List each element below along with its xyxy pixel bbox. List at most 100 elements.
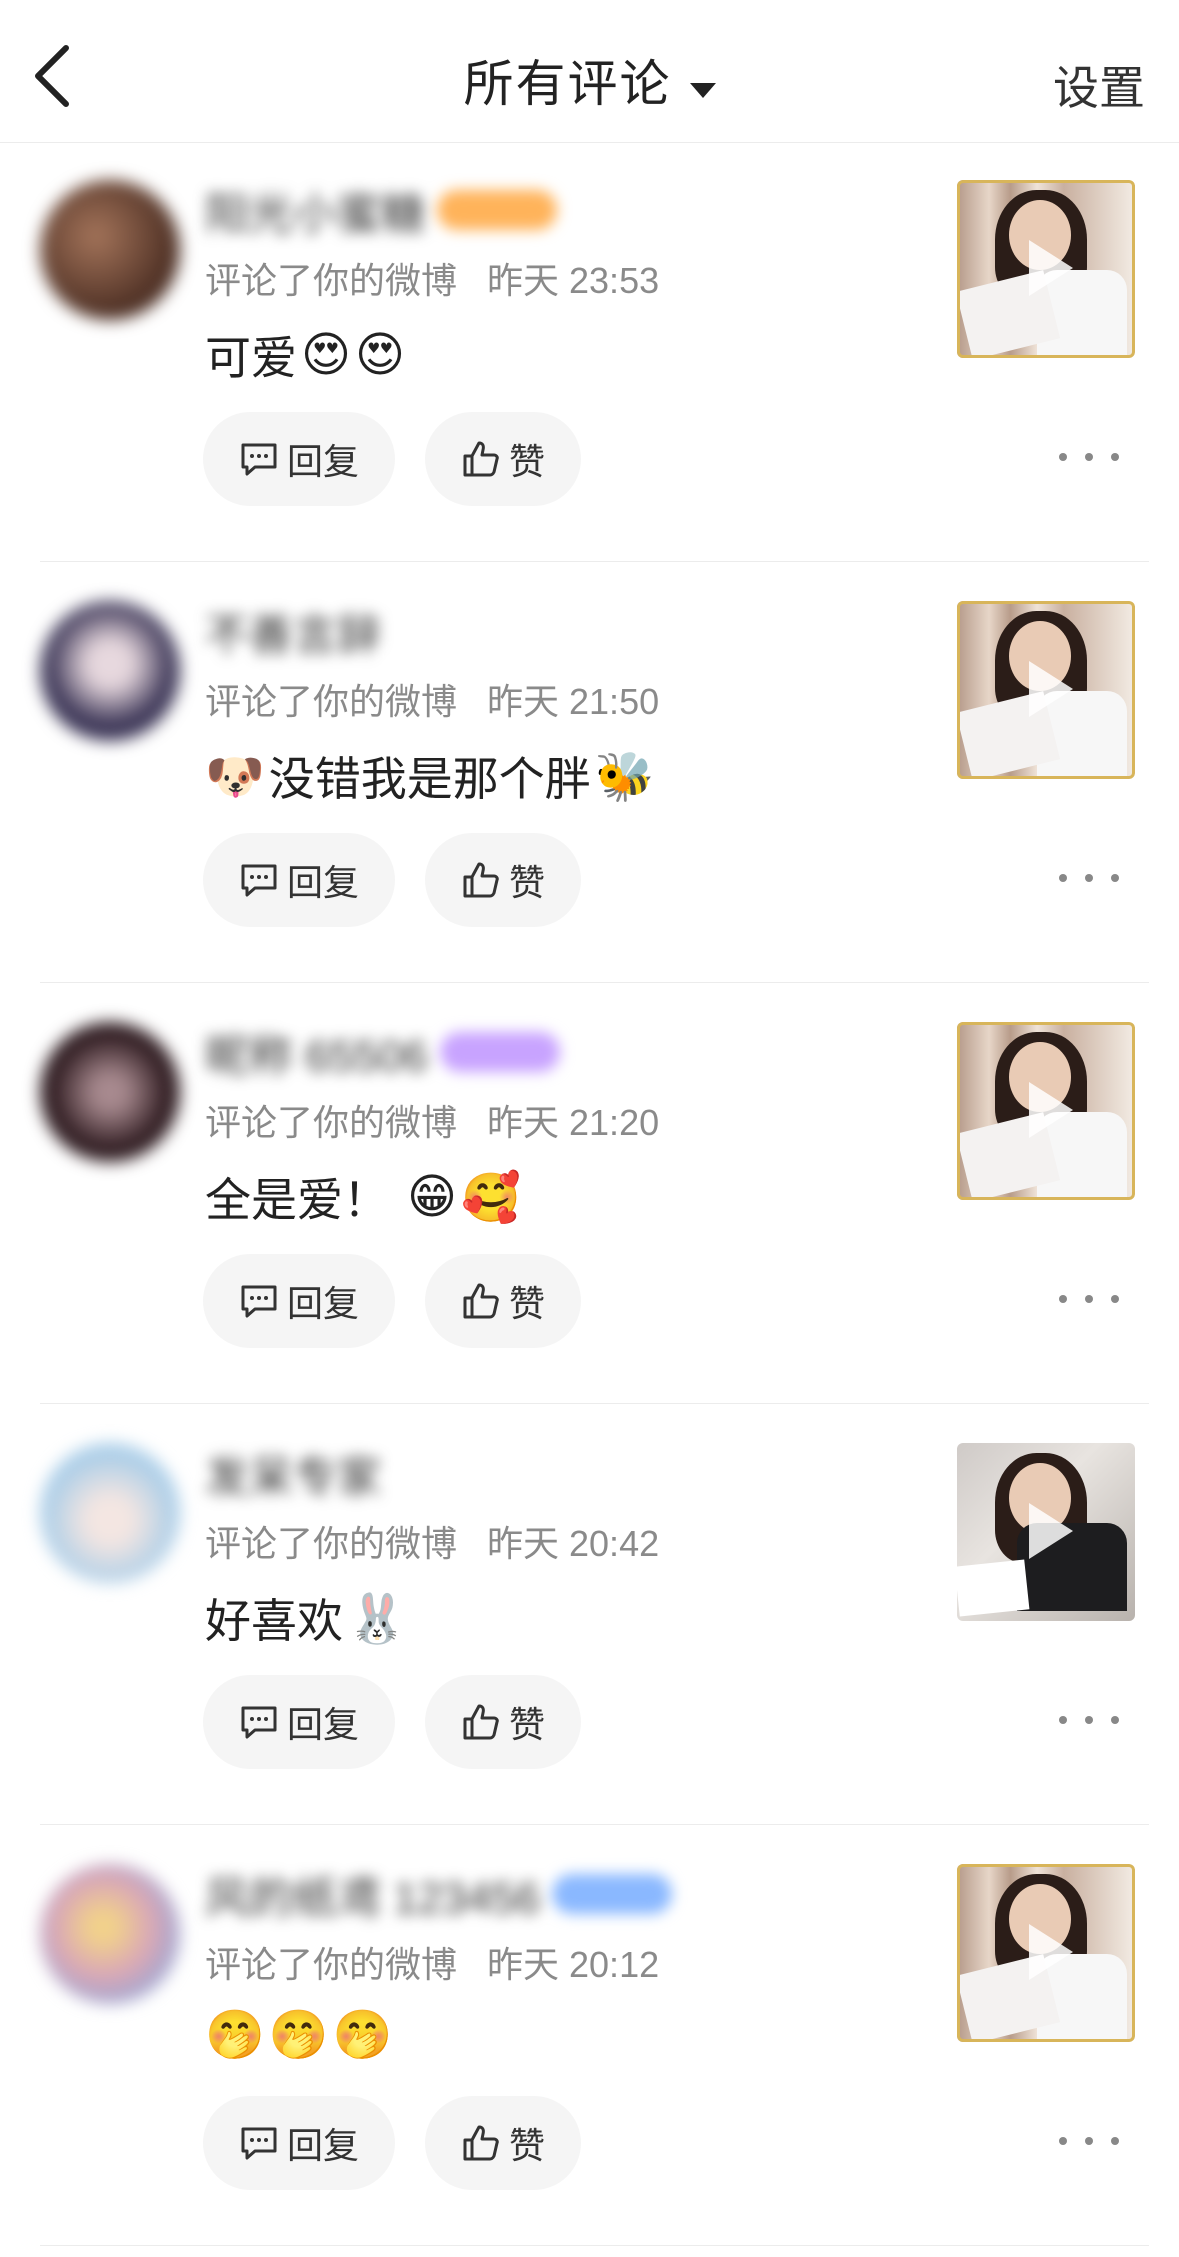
title-dropdown[interactable]: 所有评论 xyxy=(0,44,1179,116)
post-thumbnail[interactable] xyxy=(957,1443,1135,1621)
reply-label: 回复 xyxy=(286,2125,359,2166)
thumbnail-border xyxy=(957,1022,1135,1200)
comment-bubble-icon xyxy=(241,864,277,897)
avatar[interactable] xyxy=(40,1864,180,2004)
post-thumbnail[interactable] xyxy=(957,180,1135,358)
comment-bubble-icon xyxy=(241,1285,277,1318)
settings-button[interactable]: 设置 xyxy=(1053,52,1145,118)
action-text: 评论了你的微博 xyxy=(205,260,458,301)
like-label: 赞 xyxy=(508,2125,545,2166)
comment-text: 🐶 没错我是那个胖 🐝 xyxy=(205,743,655,809)
more-options-button[interactable] xyxy=(1059,1284,1119,1314)
divider xyxy=(40,1403,1149,1404)
nickname[interactable]: 阳光小蜜糖 xyxy=(205,182,557,239)
comment-bubble-icon xyxy=(241,1706,277,1739)
comment-body: 可爱 xyxy=(205,332,297,384)
caret-down-icon xyxy=(689,83,716,99)
divider xyxy=(40,1824,1149,1825)
post-thumbnail[interactable] xyxy=(957,601,1135,779)
user-badge xyxy=(437,190,557,230)
comment-meta: 评论了你的微博 昨天 21:50 xyxy=(205,673,659,725)
reply-button[interactable]: 回复 xyxy=(203,1675,395,1769)
comment-bubble-icon xyxy=(241,443,277,476)
like-label: 赞 xyxy=(508,441,545,482)
dot-icon xyxy=(1085,874,1093,882)
reply-button[interactable]: 回复 xyxy=(203,412,395,506)
grin-emoji: 😁 xyxy=(407,1171,458,1224)
comment-item: 发呆专家 评论了你的微博 昨天 20:42 好喜欢 🐰 回复 赞 xyxy=(0,1405,1179,1825)
comment-text: 全是爱！ 😁 🥰 xyxy=(205,1164,521,1230)
comment-item: 不善言辞 评论了你的微博 昨天 21:50 🐶 没错我是那个胖 🐝 回复 赞 xyxy=(0,563,1179,983)
comment-text: 🤭 🤭 🤭 xyxy=(205,2006,392,2063)
action-text: 评论了你的微博 xyxy=(205,1523,458,1564)
dot-icon xyxy=(1111,1716,1119,1724)
action-text: 评论了你的微博 xyxy=(205,681,458,722)
avatar[interactable] xyxy=(40,1022,180,1162)
more-options-button[interactable] xyxy=(1059,1705,1119,1735)
like-button[interactable]: 赞 xyxy=(425,1675,581,1769)
hug-emoji: 🥰 xyxy=(461,1171,521,1225)
user-badge xyxy=(439,1032,560,1072)
reply-button[interactable]: 回复 xyxy=(203,1254,395,1348)
thumbnail-border xyxy=(957,180,1135,358)
page-title: 所有评论 xyxy=(463,56,672,112)
dot-icon xyxy=(1085,1295,1093,1303)
dot-icon xyxy=(1111,453,1119,461)
dot-icon xyxy=(1111,874,1119,882)
avatar[interactable] xyxy=(40,601,180,741)
comment-text: 可爱 😍 😍 xyxy=(205,322,405,388)
nickname[interactable]: 风的纸鸢 123456 xyxy=(205,1866,673,1923)
giggle-emoji: 🤭 xyxy=(268,2009,329,2062)
comment-body: 全是爱！ xyxy=(205,1174,389,1226)
comment-meta: 评论了你的微博 昨天 20:42 xyxy=(205,1515,659,1567)
like-label: 赞 xyxy=(508,1283,545,1324)
dot-icon xyxy=(1085,453,1093,461)
reply-button[interactable]: 回复 xyxy=(203,833,395,927)
reply-label: 回复 xyxy=(286,862,359,903)
nickname[interactable]: 发呆专家 xyxy=(205,1445,381,1502)
reply-button[interactable]: 回复 xyxy=(203,2096,395,2190)
thumbs-up-icon xyxy=(463,862,499,898)
divider xyxy=(40,982,1149,983)
thumbnail-border xyxy=(957,601,1135,779)
timestamp: 昨天 21:20 xyxy=(487,1102,660,1143)
dot-icon xyxy=(1111,1295,1119,1303)
bee-emoji: 🐝 xyxy=(594,750,655,804)
like-button[interactable]: 赞 xyxy=(425,833,581,927)
user-badge xyxy=(552,1874,673,1914)
more-options-button[interactable] xyxy=(1059,2126,1119,2156)
avatar[interactable] xyxy=(40,180,180,320)
dog-emoji: 🐶 xyxy=(205,750,265,804)
comment-item: 风的纸鸢 123456 评论了你的微博 昨天 20:12 🤭 🤭 🤭 回复 赞 xyxy=(0,1826,1179,2246)
dot-icon xyxy=(1085,1716,1093,1724)
reply-label: 回复 xyxy=(286,441,359,482)
more-options-button[interactable] xyxy=(1059,442,1119,472)
reply-label: 回复 xyxy=(286,1283,359,1324)
comment-meta: 评论了你的微博 昨天 23:53 xyxy=(205,252,659,304)
comment-meta: 评论了你的微博 昨天 20:12 xyxy=(205,1936,659,1988)
like-button[interactable]: 赞 xyxy=(425,2096,581,2190)
giggle-emoji: 🤭 xyxy=(332,2009,393,2062)
more-options-button[interactable] xyxy=(1059,863,1119,893)
like-label: 赞 xyxy=(508,862,545,903)
dot-icon xyxy=(1059,2137,1067,2145)
dot-icon xyxy=(1059,453,1067,461)
avatar[interactable] xyxy=(40,1443,180,1583)
nickname[interactable]: 昵称 65506 xyxy=(205,1024,560,1081)
dot-icon xyxy=(1085,2137,1093,2145)
dot-icon xyxy=(1059,1716,1067,1724)
timestamp: 昨天 21:50 xyxy=(487,681,660,722)
thumbs-up-icon xyxy=(463,1283,499,1319)
like-button[interactable]: 赞 xyxy=(425,412,581,506)
divider xyxy=(40,561,1149,562)
post-thumbnail[interactable] xyxy=(957,1022,1135,1200)
like-button[interactable]: 赞 xyxy=(425,1254,581,1348)
post-thumbnail[interactable] xyxy=(957,1864,1135,2042)
dot-icon xyxy=(1059,874,1067,882)
nickname[interactable]: 不善言辞 xyxy=(205,603,381,660)
comment-body: 没错我是那个胖 xyxy=(268,753,591,805)
dot-icon xyxy=(1059,1295,1067,1303)
divider xyxy=(40,2245,1149,2246)
thumbs-up-icon xyxy=(463,441,499,477)
play-icon xyxy=(1029,1503,1073,1559)
